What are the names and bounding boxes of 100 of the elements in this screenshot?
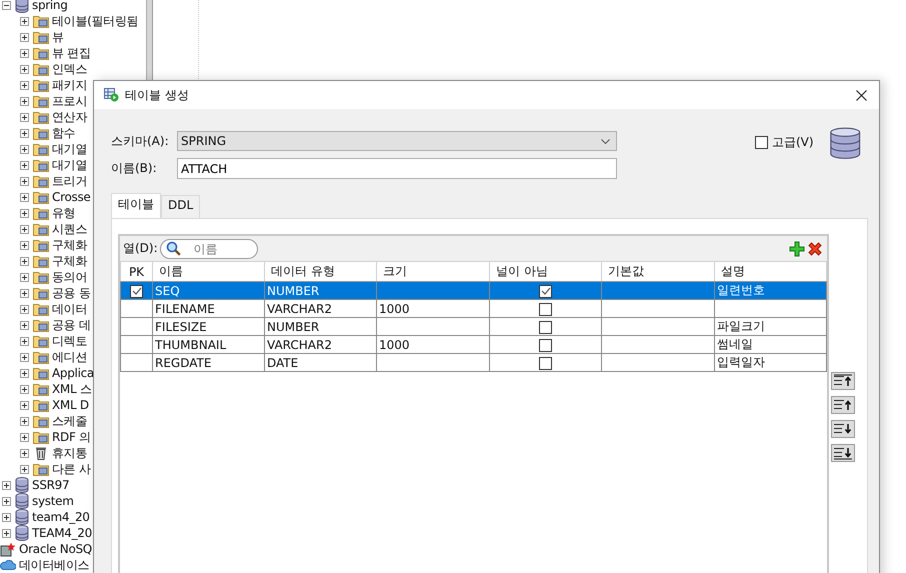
table-row[interactable]: REGDATE DATE 입력일자 — [120, 354, 826, 372]
delete-icon[interactable] — [807, 240, 823, 256]
schema-dropdown[interactable]: SPRING — [177, 131, 617, 151]
move-down-button[interactable] — [831, 420, 855, 438]
column-header[interactable]: 널이 아님 — [490, 262, 602, 282]
tab[interactable]: 테이블 — [111, 193, 161, 218]
move-bottom-button[interactable] — [831, 444, 855, 462]
move-top-button[interactable] — [831, 372, 855, 390]
expand-toggle[interactable] — [20, 256, 29, 266]
tree-item[interactable]: 대기열 — [52, 156, 88, 174]
expand-toggle[interactable] — [20, 192, 29, 202]
expand-toggle[interactable] — [20, 336, 29, 346]
expand-toggle[interactable] — [20, 288, 29, 298]
table-row[interactable]: THUMBNAIL VARCHAR2 1000 썸네일 — [120, 336, 826, 354]
tree-item[interactable]: 프로시 — [52, 92, 88, 110]
move-up-button[interactable] — [831, 396, 855, 414]
close-icon[interactable] — [856, 90, 867, 100]
expand-toggle[interactable] — [2, 0, 11, 10]
expand-toggle[interactable] — [20, 368, 29, 378]
tree-item[interactable]: 스케줄 — [52, 412, 88, 430]
expand-toggle[interactable] — [20, 304, 29, 314]
expand-toggle[interactable] — [20, 272, 29, 282]
expand-toggle[interactable] — [20, 464, 29, 474]
expand-toggle[interactable] — [2, 496, 11, 506]
tree-item[interactable]: Oracle NoSQ — [19, 542, 92, 556]
table-row[interactable]: FILESIZE NUMBER 파일크기 — [120, 318, 826, 336]
table-row[interactable]: SEQ NUMBER 일련번호 — [120, 282, 826, 300]
tree-item[interactable]: TEAM4_20 — [32, 526, 92, 540]
not-null-checkbox[interactable] — [539, 338, 552, 352]
tree-item[interactable]: spring — [32, 0, 68, 12]
column-header[interactable]: PK — [120, 262, 152, 282]
tree-item[interactable]: 뷰 편집 — [52, 44, 91, 62]
expand-toggle[interactable] — [20, 80, 29, 90]
tree-item[interactable]: 데이터베이스 — [19, 556, 90, 573]
pk-checkbox[interactable] — [130, 284, 143, 298]
expand-toggle[interactable] — [20, 64, 29, 74]
expand-toggle[interactable] — [20, 48, 29, 58]
tree-item[interactable]: 트리거 — [52, 172, 88, 190]
expand-toggle[interactable] — [20, 384, 29, 394]
expand-toggle[interactable] — [20, 448, 29, 458]
not-null-checkbox[interactable] — [539, 302, 552, 316]
tree-item[interactable]: 뷰 — [52, 28, 64, 46]
expand-toggle[interactable] — [20, 352, 29, 362]
tree-item[interactable]: 데이터 — [52, 300, 88, 318]
expand-toggle[interactable] — [20, 400, 29, 410]
expand-toggle[interactable] — [2, 528, 11, 538]
expand-toggle[interactable] — [20, 320, 29, 330]
tree-item[interactable]: 함수 — [52, 124, 76, 142]
not-null-checkbox[interactable] — [539, 284, 552, 298]
tree-item[interactable]: system — [32, 494, 74, 508]
not-null-checkbox[interactable] — [539, 356, 552, 370]
tree-item[interactable]: 패키지 — [52, 76, 88, 94]
expand-toggle[interactable] — [2, 480, 11, 490]
tree-item[interactable]: 테이블(필터링됨 — [52, 12, 138, 30]
expand-toggle[interactable] — [20, 416, 29, 426]
column-header[interactable]: 기본값 — [602, 262, 714, 282]
column-search-field[interactable]: 이름 — [160, 238, 258, 258]
tree-item[interactable]: 휴지통 — [52, 444, 88, 462]
tree-item[interactable]: 대기열 — [52, 140, 88, 158]
expand-toggle[interactable] — [20, 224, 29, 234]
tree-item[interactable]: Applica — [52, 366, 94, 380]
tree-item[interactable]: 구체화 — [52, 252, 88, 270]
tree-item[interactable]: team4_20 — [32, 510, 90, 524]
expand-toggle[interactable] — [20, 32, 29, 42]
add-icon[interactable] — [789, 240, 805, 256]
name-input[interactable]: ATTACH — [177, 158, 617, 179]
tree-item[interactable]: 인덱스 — [52, 60, 88, 78]
not-null-checkbox[interactable] — [539, 320, 552, 334]
tree-item[interactable]: 연산자 — [52, 108, 88, 126]
tree-item[interactable]: 공용 동 — [52, 284, 91, 302]
expand-toggle[interactable] — [20, 96, 29, 106]
column-header[interactable]: 데이터 유형 — [264, 262, 376, 282]
expand-toggle[interactable] — [20, 208, 29, 218]
tree-item[interactable]: 에디션 — [52, 348, 88, 366]
column-header[interactable]: 크기 — [376, 262, 490, 282]
expand-toggle[interactable] — [20, 176, 29, 186]
tree-item[interactable]: 유형 — [52, 204, 76, 222]
tree-item[interactable]: SSR97 — [32, 478, 70, 492]
tree-item[interactable]: RDF 의 — [52, 428, 91, 446]
tree-item[interactable]: 동의어 — [52, 268, 88, 286]
tree-item[interactable]: XML 스 — [52, 380, 92, 398]
table-row[interactable]: FILENAME VARCHAR2 1000 — [120, 300, 826, 318]
expand-toggle[interactable] — [20, 144, 29, 154]
expand-toggle[interactable] — [20, 432, 29, 442]
tree-item[interactable]: 디렉토 — [52, 332, 88, 350]
tree-item[interactable]: 다른 사 — [52, 460, 91, 478]
tree-item[interactable]: 시퀀스 — [52, 220, 88, 238]
advanced-checkbox[interactable] — [755, 136, 768, 149]
tab[interactable]: DDL — [161, 195, 200, 218]
tree-item[interactable]: XML D — [52, 398, 89, 412]
expand-toggle[interactable] — [20, 112, 29, 122]
column-header[interactable]: 이름 — [152, 262, 264, 282]
expand-toggle[interactable] — [20, 160, 29, 170]
expand-toggle[interactable] — [20, 16, 29, 26]
tree-item[interactable]: Crosse — [52, 190, 90, 204]
tree-item[interactable]: 구체화 — [52, 236, 88, 254]
expand-toggle[interactable] — [20, 240, 29, 250]
expand-toggle[interactable] — [20, 128, 29, 138]
expand-toggle[interactable] — [2, 512, 11, 522]
tree-item[interactable]: 공용 데 — [52, 316, 91, 334]
